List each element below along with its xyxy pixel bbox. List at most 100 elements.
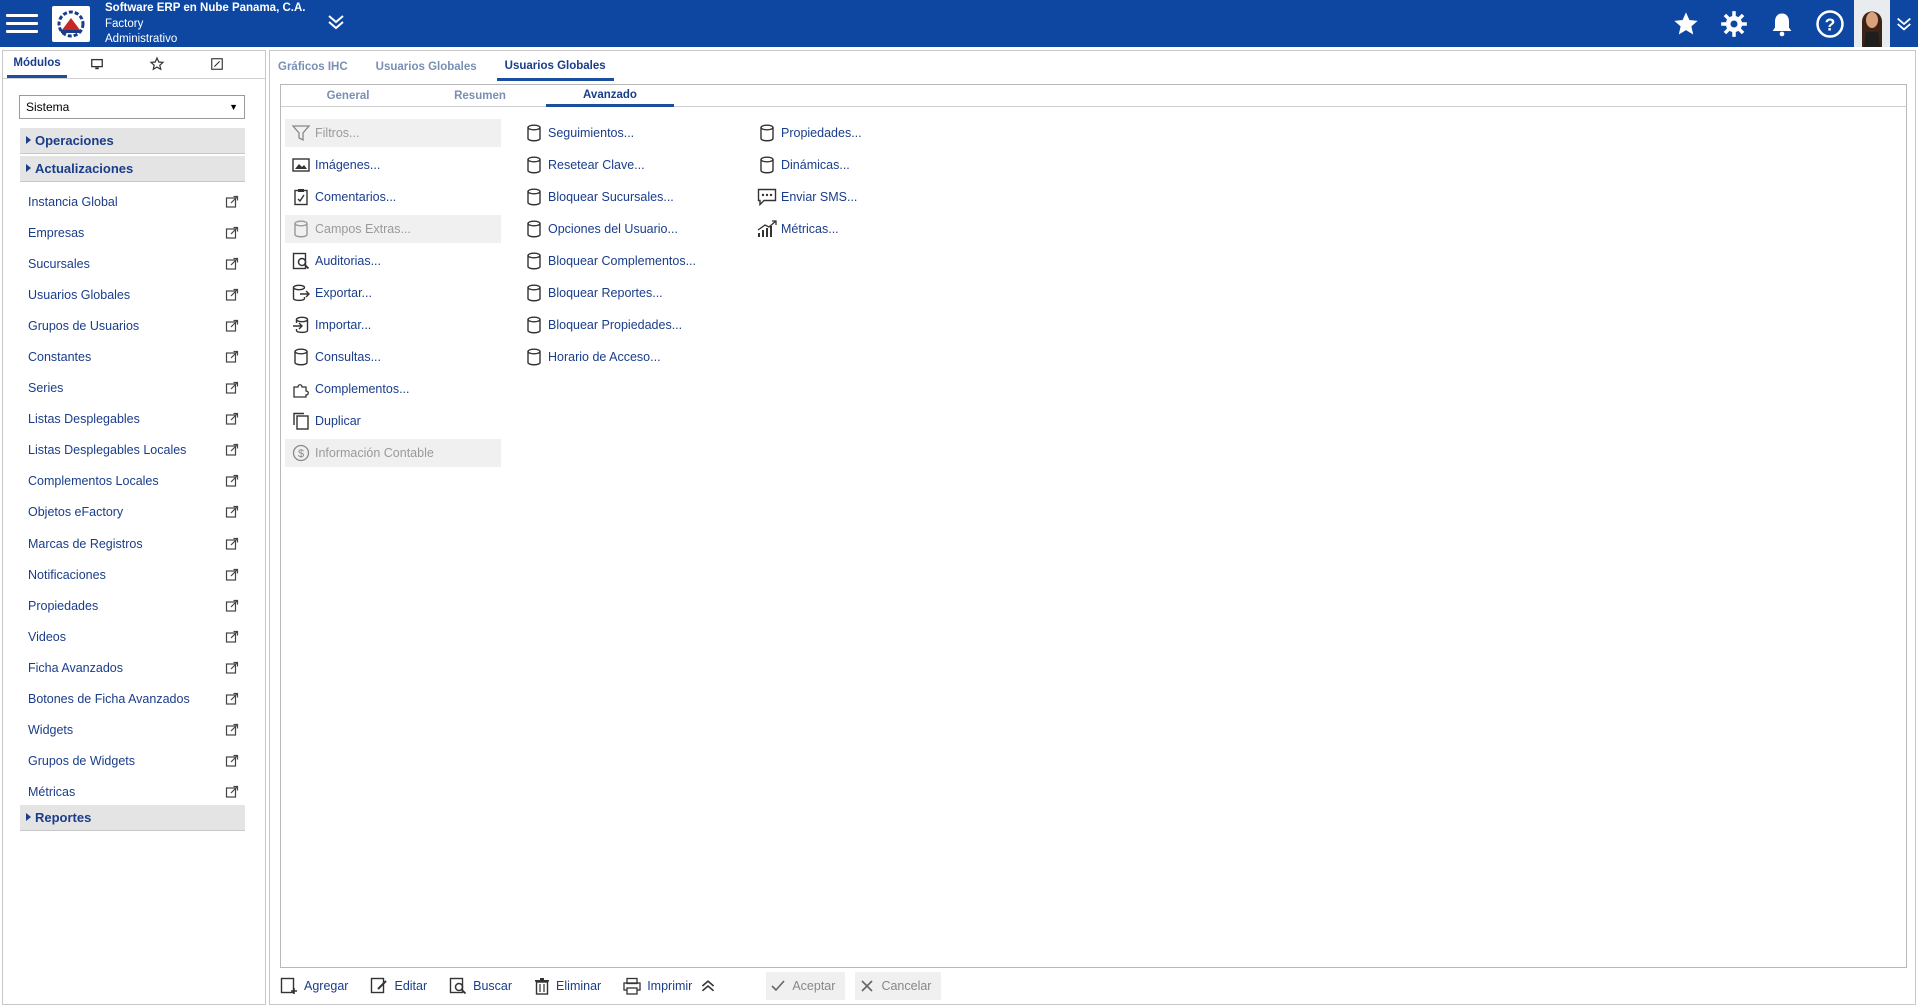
delete-button[interactable]: Eliminar [534, 972, 601, 1000]
action-item[interactable]: Enviar SMS... [751, 181, 901, 213]
group-reportes[interactable]: Reportes [20, 805, 245, 831]
module-item[interactable]: Series [20, 373, 245, 404]
tab-usuarios-globales[interactable]: Usuarios Globales [368, 53, 485, 81]
open-external-icon[interactable] [225, 630, 239, 644]
module-item[interactable]: Empresas [20, 217, 245, 248]
subtab-resumen[interactable]: Resumen [414, 85, 546, 107]
open-external-icon[interactable] [225, 505, 239, 519]
expand-header-icon[interactable] [326, 12, 346, 35]
favorites-star-icon[interactable] [1662, 0, 1710, 47]
action-item[interactable]: Filtros... [285, 119, 501, 147]
open-external-icon[interactable] [225, 785, 239, 799]
menu-icon[interactable] [6, 9, 38, 37]
action-item[interactable]: Horario de Acceso... [518, 341, 718, 373]
action-item[interactable]: Opciones del Usuario... [518, 213, 718, 245]
group-operaciones[interactable]: Operaciones [20, 128, 245, 154]
tab-usuarios-globales-active[interactable]: Usuarios Globales [496, 53, 614, 81]
search-button[interactable]: Buscar [449, 972, 512, 1000]
module-item[interactable]: Constantes [20, 341, 245, 372]
action-item[interactable]: Imágenes... [285, 149, 501, 181]
monitor-icon [91, 58, 103, 70]
subtab-general[interactable]: General [282, 85, 414, 107]
tab-notes[interactable] [187, 50, 247, 78]
module-item[interactable]: Complementos Locales [20, 466, 245, 497]
edit-button[interactable]: Editar [370, 972, 427, 1000]
tab-graficos-ihc[interactable]: Gráficos IHC [270, 53, 356, 81]
collapse-toolbar-icon[interactable] [700, 972, 716, 1000]
open-external-icon[interactable] [225, 319, 239, 333]
action-item[interactable]: Campos Extras... [285, 215, 501, 243]
module-item[interactable]: Instancia Global [20, 186, 245, 217]
subtab-avanzado[interactable]: Avanzado [546, 85, 674, 107]
group-actualizaciones[interactable]: Actualizaciones [20, 156, 245, 182]
tab-favorites[interactable] [127, 50, 187, 78]
module-item[interactable]: Usuarios Globales [20, 279, 245, 310]
user-menu-chevron-icon[interactable] [1890, 0, 1918, 47]
action-item[interactable]: Auditorias... [285, 245, 501, 277]
open-external-icon[interactable] [225, 350, 239, 364]
module-item[interactable]: Botones de Ficha Avanzados [20, 684, 245, 715]
action-item[interactable]: Dinámicas... [751, 149, 901, 181]
action-item[interactable]: Bloquear Reportes... [518, 277, 718, 309]
action-item[interactable]: $ Información Contable [285, 439, 501, 467]
notifications-bell-icon[interactable] [1758, 0, 1806, 47]
module-item[interactable]: Métricas [20, 777, 245, 808]
module-item[interactable]: Grupos de Widgets [20, 746, 245, 777]
open-external-icon[interactable] [225, 723, 239, 737]
action-item[interactable]: Resetear Clave... [518, 149, 718, 181]
action-item[interactable]: Comentarios... [285, 181, 501, 213]
open-external-icon[interactable] [225, 443, 239, 457]
open-external-icon[interactable] [225, 661, 239, 675]
action-item[interactable]: Consultas... [285, 341, 501, 373]
select-caret-icon: ▼ [229, 102, 238, 112]
action-item[interactable]: Duplicar [285, 405, 501, 437]
action-item[interactable]: Exportar... [285, 277, 501, 309]
module-item[interactable]: Objetos eFactory [20, 497, 245, 528]
open-external-icon[interactable] [225, 537, 239, 551]
action-item[interactable]: Bloquear Propiedades... [518, 309, 718, 341]
add-label: Agregar [304, 979, 349, 993]
module-item[interactable]: Propiedades [20, 590, 245, 621]
open-external-icon[interactable] [225, 257, 239, 271]
module-item[interactable]: Marcas de Registros [20, 528, 245, 559]
open-external-icon[interactable] [225, 226, 239, 240]
action-item[interactable]: Seguimientos... [518, 117, 718, 149]
settings-gear-icon[interactable] [1710, 0, 1758, 47]
module-item[interactable]: Widgets [20, 715, 245, 746]
module-item[interactable]: Videos [20, 621, 245, 652]
module-item[interactable]: Ficha Avanzados [20, 652, 245, 683]
tab-modulos[interactable]: Módulos [7, 50, 67, 78]
open-external-icon[interactable] [225, 381, 239, 395]
print-button[interactable]: Imprimir [623, 972, 692, 1000]
open-external-icon[interactable] [225, 599, 239, 613]
action-item[interactable]: Métricas... [751, 213, 901, 245]
open-external-icon[interactable] [225, 568, 239, 582]
module-item[interactable]: Grupos de Usuarios [20, 310, 245, 341]
tab-desktop[interactable] [67, 50, 127, 78]
add-button[interactable]: Agregar [280, 972, 348, 1000]
module-item-label: Instancia Global [28, 194, 118, 209]
open-external-icon[interactable] [225, 195, 239, 209]
module-item[interactable]: Sucursales [20, 248, 245, 279]
user-avatar[interactable] [1854, 0, 1890, 47]
action-item[interactable]: Propiedades... [751, 117, 901, 149]
help-icon[interactable]: ? [1806, 0, 1854, 47]
module-select[interactable]: Sistema ▼ [19, 95, 245, 119]
cancel-button[interactable]: Cancelar [855, 972, 942, 1000]
open-external-icon[interactable] [225, 412, 239, 426]
search-label: Buscar [473, 979, 513, 993]
action-item[interactable]: Bloquear Complementos... [518, 245, 718, 277]
open-external-icon[interactable] [225, 474, 239, 488]
open-external-icon[interactable] [225, 288, 239, 302]
open-external-icon[interactable] [225, 692, 239, 706]
print-label: Imprimir [647, 979, 693, 993]
module-item[interactable]: Listas Desplegables Locales [20, 435, 245, 466]
module-item[interactable]: Notificaciones [20, 559, 245, 590]
action-item[interactable]: Importar... [285, 309, 501, 341]
module-item[interactable]: Listas Desplegables [20, 404, 245, 435]
accept-button[interactable]: Aceptar [766, 972, 846, 1000]
group-label: Operaciones [35, 133, 114, 148]
action-item[interactable]: Bloquear Sucursales... [518, 181, 718, 213]
action-item[interactable]: Complementos... [285, 373, 501, 405]
open-external-icon[interactable] [225, 754, 239, 768]
